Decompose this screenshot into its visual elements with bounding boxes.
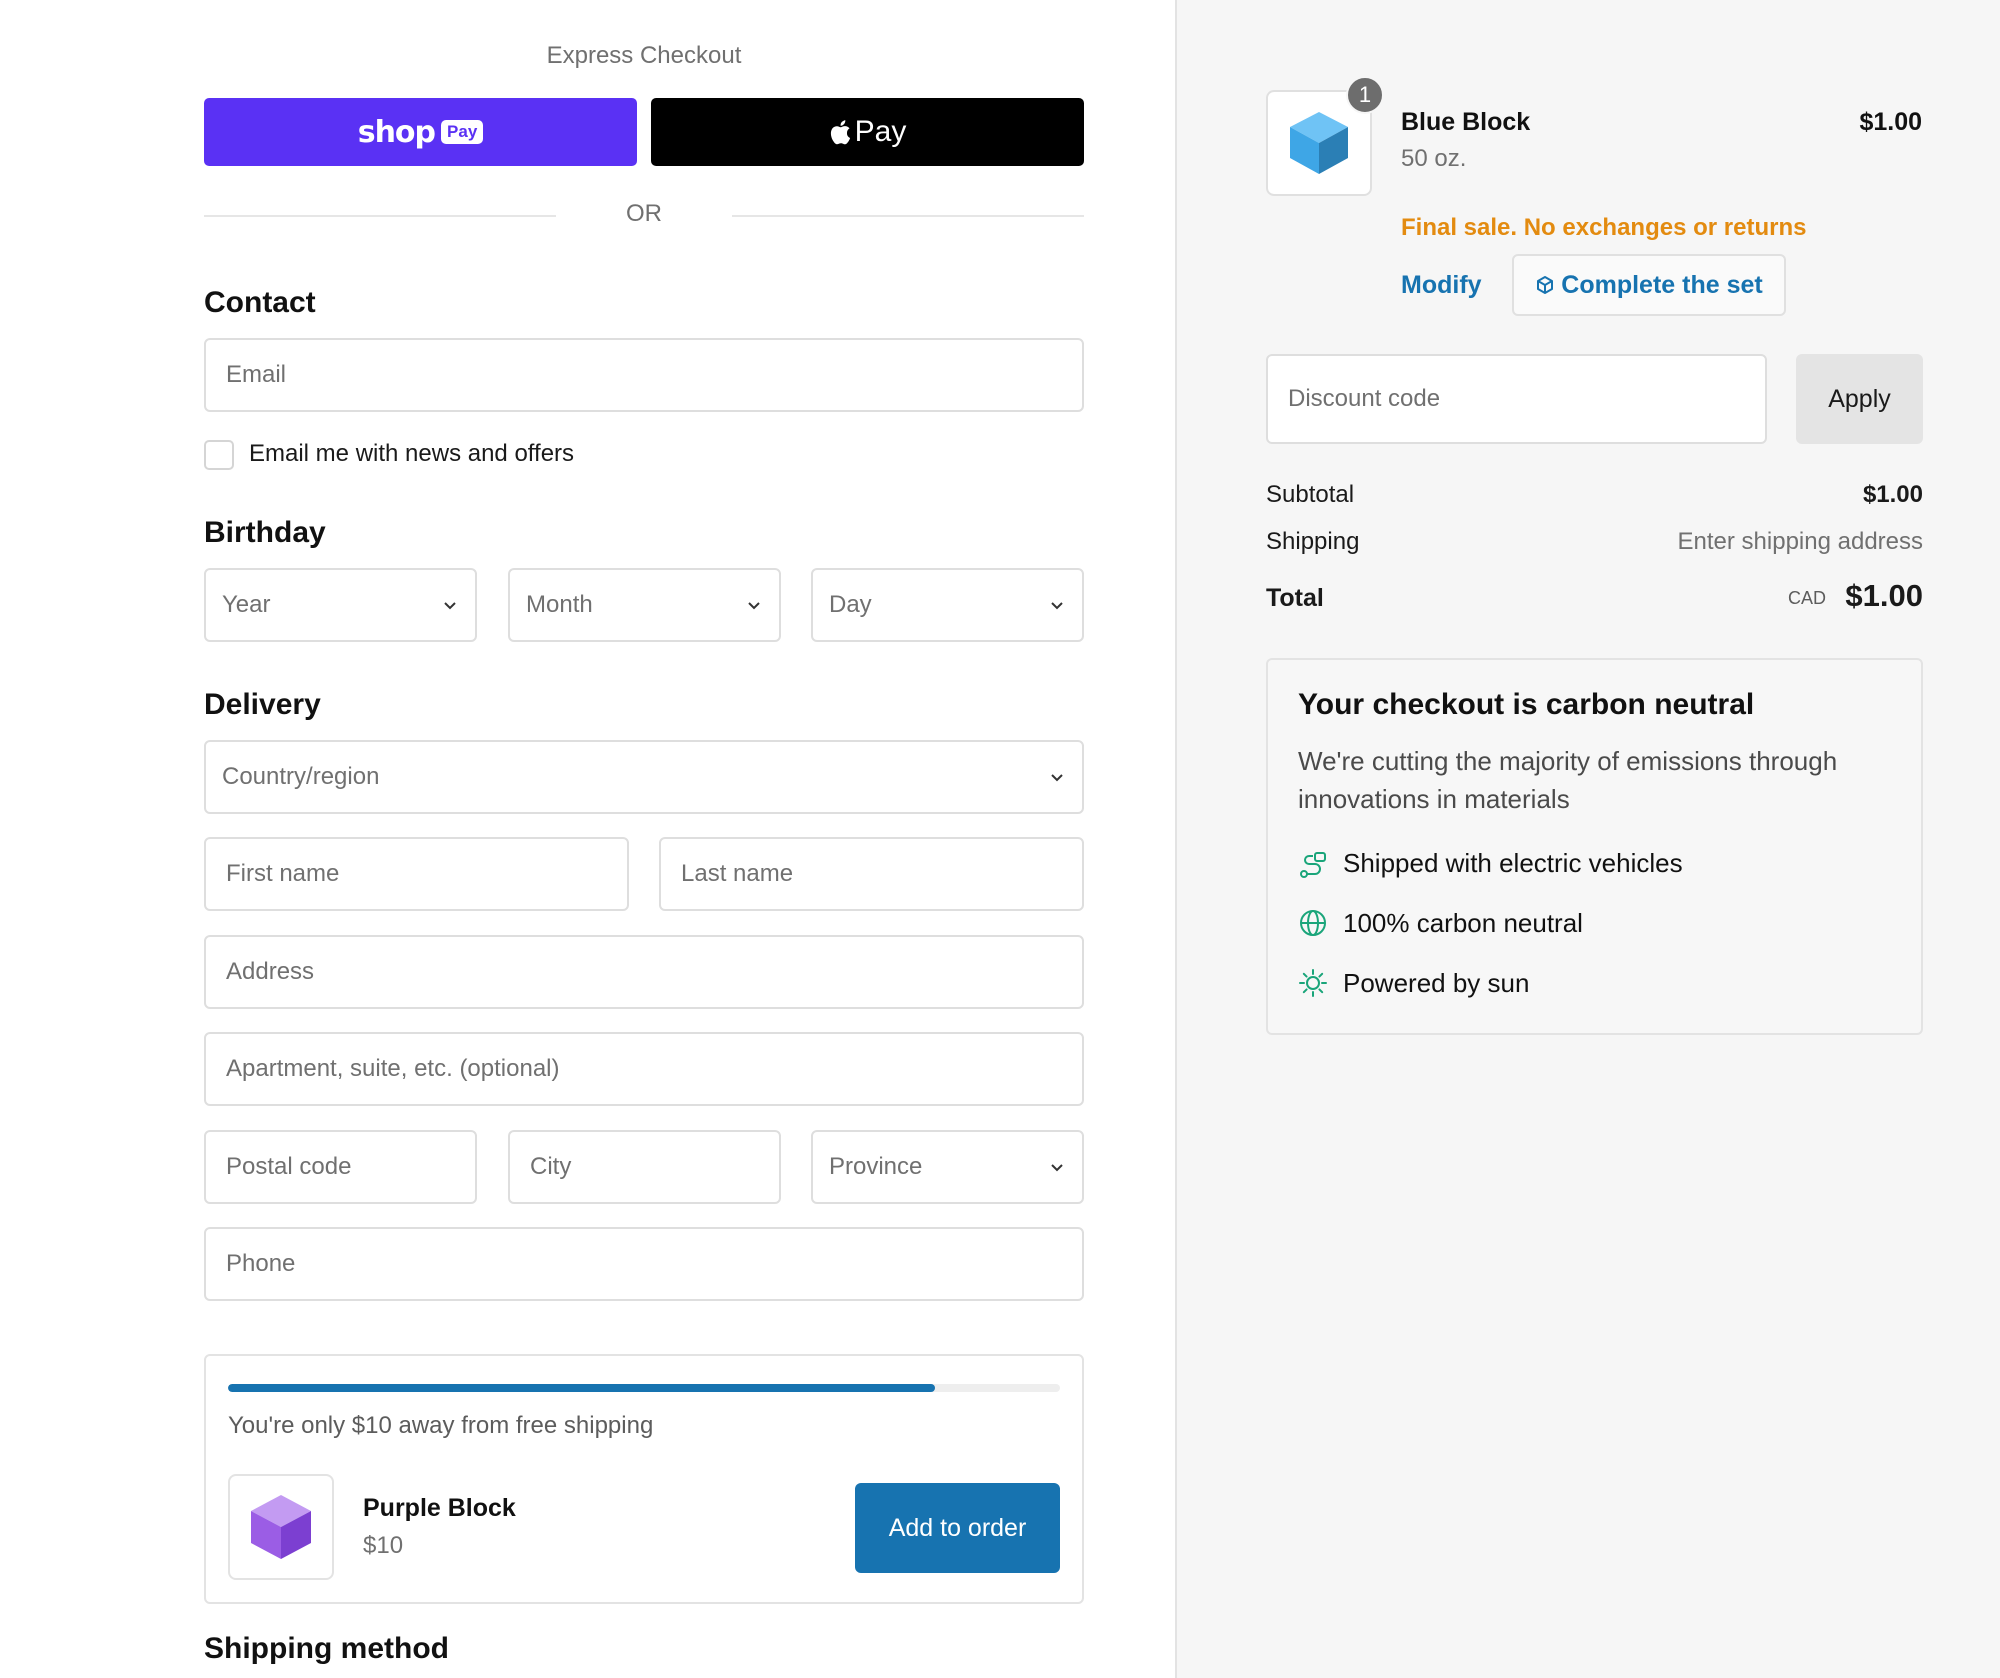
province-value: Province	[829, 1153, 923, 1180]
city-field[interactable]: City	[508, 1130, 781, 1204]
globe-icon	[1300, 910, 1326, 936]
subtotal-label: Subtotal	[1266, 481, 1355, 508]
chevron-down-icon	[444, 602, 456, 610]
cart-product-price: $1.00	[1859, 108, 1922, 136]
modify-link[interactable]: Modify	[1401, 271, 1482, 300]
complete-the-set-label: Complete the set	[1561, 270, 1763, 299]
upsell-product-name: Purple Block	[363, 1494, 516, 1522]
phone-placeholder: Phone	[226, 1250, 296, 1277]
contact-heading: Contact	[204, 286, 316, 319]
chevron-down-icon	[1051, 774, 1063, 782]
first-name-placeholder: First name	[226, 860, 340, 887]
purple-cube-icon	[251, 1495, 311, 1559]
express-checkout-title: Express Checkout	[546, 42, 742, 69]
country-select[interactable]: Country/region	[204, 740, 1084, 814]
quantity-badge: 1	[1346, 76, 1384, 114]
perk-electric-vehicles: Shipped with electric vehicles	[1343, 848, 1683, 878]
delivery-heading: Delivery	[204, 688, 321, 721]
perk-powered-by-sun: Powered by sun	[1343, 968, 1530, 998]
final-sale-notice: Final sale. No exchanges or returns	[1401, 214, 1807, 241]
country-value: Country/region	[222, 763, 380, 790]
electric-vehicle-icon	[1300, 852, 1326, 878]
address-field[interactable]: Address	[204, 935, 1084, 1009]
complete-the-set-button[interactable]: Complete the set	[1512, 254, 1786, 316]
last-name-placeholder: Last name	[681, 860, 794, 887]
carbon-neutral-description: We're cutting the majority of emissions …	[1298, 746, 1838, 814]
year-value: Year	[222, 591, 271, 618]
chevron-down-icon	[1051, 602, 1063, 610]
subtotal-value: $1.00	[1862, 481, 1923, 508]
divider-left	[204, 215, 556, 217]
birthday-day-select[interactable]: Day	[811, 568, 1084, 642]
chevron-down-icon	[748, 602, 760, 610]
province-select[interactable]: Province	[811, 1130, 1084, 1204]
email-field[interactable]: Email	[204, 338, 1084, 412]
discount-code-field[interactable]: Discount code	[1266, 354, 1767, 444]
last-name-field[interactable]: Last name	[659, 837, 1084, 911]
carbon-neutral-title: Your checkout is carbon neutral	[1298, 688, 1755, 721]
add-to-order-button[interactable]: Add to order	[855, 1483, 1060, 1573]
address-placeholder: Address	[226, 958, 315, 985]
blue-cube-icon	[1290, 112, 1348, 174]
checkout-form-pane: Express Checkout shop Pay Pay OR Contact…	[0, 0, 1175, 1678]
shop-pay-logo-pill: Pay	[441, 120, 484, 144]
perk-carbon-neutral: 100% carbon neutral	[1343, 908, 1583, 938]
apple-pay-label: Pay	[854, 115, 907, 148]
birthday-month-select[interactable]: Month	[508, 568, 781, 642]
sun-icon	[1299, 969, 1327, 997]
apply-discount-button[interactable]: Apply	[1796, 354, 1923, 444]
postal-code-field[interactable]: Postal code	[204, 1130, 477, 1204]
newsletter-label: Email me with news and offers	[249, 440, 575, 467]
cart-product-name: Blue Block	[1401, 108, 1531, 136]
discount-code-placeholder: Discount code	[1288, 385, 1441, 412]
box-icon	[1537, 276, 1554, 294]
shipping-value: Enter shipping address	[1677, 528, 1923, 555]
total-value: $1.00	[1845, 578, 1923, 613]
apple-pay-button[interactable]: Pay	[651, 98, 1084, 166]
or-separator: OR	[626, 200, 662, 227]
postal-code-placeholder: Postal code	[226, 1153, 352, 1180]
newsletter-checkbox[interactable]	[204, 440, 234, 470]
phone-field[interactable]: Phone	[204, 1227, 1084, 1301]
city-placeholder: City	[530, 1153, 572, 1180]
total-label: Total	[1266, 584, 1324, 612]
divider-right	[732, 215, 1084, 217]
email-placeholder: Email	[226, 361, 287, 388]
cart-product-variant: 50 oz.	[1401, 145, 1467, 172]
apple-icon	[830, 120, 850, 145]
free-shipping-message: You're only $10 away from free shipping	[228, 1412, 654, 1439]
shop-pay-button[interactable]: shop Pay	[204, 98, 637, 166]
chevron-down-icon	[1051, 1164, 1063, 1172]
free-shipping-progress	[228, 1384, 1060, 1392]
birthday-heading: Birthday	[204, 516, 326, 549]
upsell-product-image	[228, 1474, 334, 1580]
day-value: Day	[829, 591, 872, 618]
birthday-year-select[interactable]: Year	[204, 568, 477, 642]
apartment-placeholder: Apartment, suite, etc. (optional)	[226, 1055, 560, 1082]
apartment-field[interactable]: Apartment, suite, etc. (optional)	[204, 1032, 1084, 1106]
total-currency: CAD	[1788, 588, 1827, 608]
first-name-field[interactable]: First name	[204, 837, 629, 911]
free-shipping-progress-fill	[228, 1384, 936, 1392]
shipping-method-heading: Shipping method	[204, 1632, 449, 1665]
month-value: Month	[526, 591, 593, 618]
shipping-label: Shipping	[1266, 528, 1360, 555]
upsell-product-price: $10	[363, 1532, 404, 1559]
shop-pay-logo-text: shop	[357, 114, 436, 150]
